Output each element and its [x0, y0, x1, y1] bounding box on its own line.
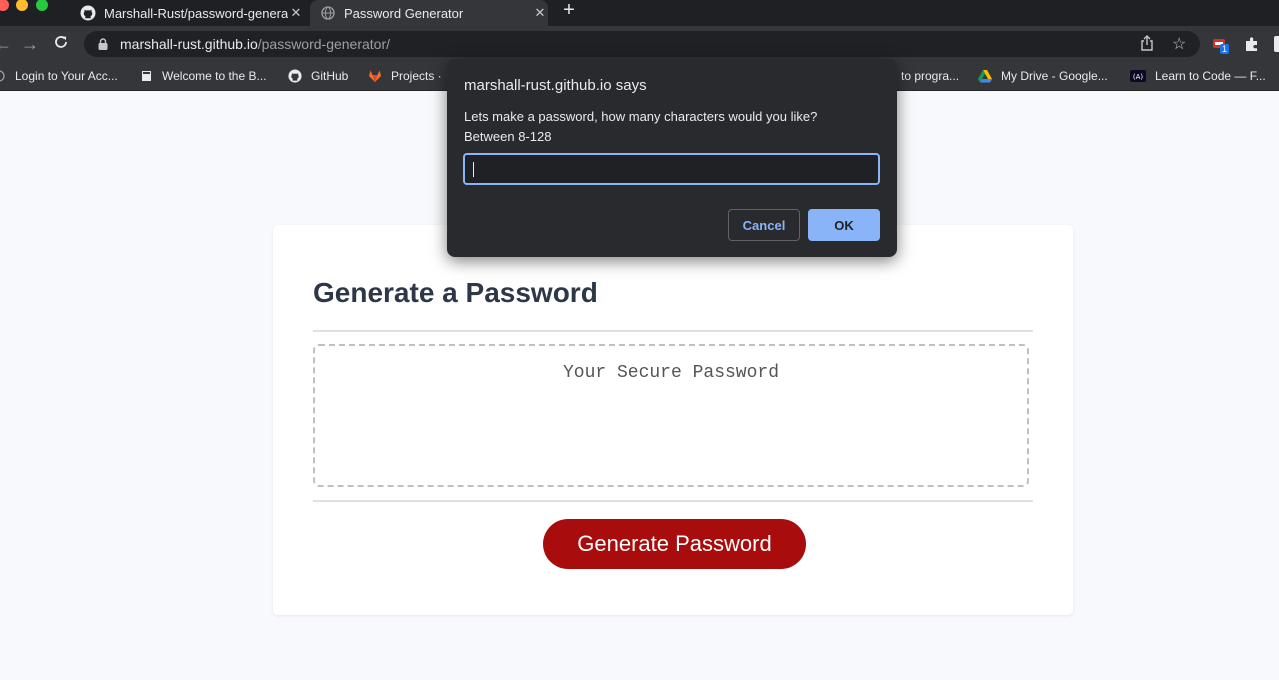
window-zoom-button[interactable]: [36, 0, 48, 11]
bookmark-item[interactable]: Login to Your Acc...: [0, 69, 118, 83]
bookmark-label: Learn to Code — F...: [1155, 69, 1266, 83]
address-bar[interactable]: marshall-rust.github.io/password-generat…: [84, 31, 1200, 57]
tab-close-button[interactable]: ✕: [288, 5, 304, 21]
extension-badge: 1: [1220, 44, 1230, 54]
globe-icon: [0, 69, 6, 83]
dialog-message-line: Between 8-128: [464, 129, 552, 144]
book-icon: [139, 69, 153, 83]
new-tab-button[interactable]: +: [560, 0, 578, 22]
prompt-dialog: marshall-rust.github.io says Lets make a…: [447, 59, 897, 257]
tab-close-button[interactable]: ✕: [532, 5, 548, 21]
url-host: marshall-rust.github.io: [120, 36, 258, 52]
bookmark-label: Welcome to the B...: [162, 69, 267, 83]
bookmark-star-icon[interactable]: ☆: [1172, 34, 1186, 54]
puzzle-piece-icon[interactable]: [1244, 36, 1260, 52]
divider: [313, 330, 1033, 332]
gitlab-icon: [368, 69, 382, 83]
cancel-button[interactable]: Cancel: [728, 209, 800, 241]
bookmark-label: My Drive - Google...: [1001, 69, 1108, 83]
lock-icon[interactable]: [96, 38, 110, 50]
bookmark-item[interactable]: My Drive - Google...: [978, 69, 1108, 83]
tab-title: Password Generator: [344, 5, 464, 21]
generate-password-button[interactable]: Generate Password: [543, 519, 806, 569]
dialog-message-line: Lets make a password, how many character…: [464, 109, 818, 124]
dialog-text-input[interactable]: [463, 153, 880, 185]
bookmark-item[interactable]: GitHub: [288, 69, 348, 83]
profile-icon[interactable]: [1274, 36, 1279, 52]
page-title: Generate a Password: [313, 277, 598, 308]
bookmark-label: Login to Your Acc...: [15, 69, 118, 83]
dialog-message: Lets make a password, how many character…: [464, 107, 874, 147]
window-close-button[interactable]: [0, 0, 9, 11]
svg-text:(A): (A): [1133, 73, 1144, 81]
bookmark-label: to progra...: [901, 69, 960, 83]
github-icon: [80, 5, 96, 21]
text-caret: [473, 162, 474, 177]
globe-icon: [320, 5, 336, 21]
google-drive-icon: [978, 69, 992, 83]
bookmark-item[interactable]: Projects ·: [368, 69, 442, 83]
bookmark-item[interactable]: Welcome to the B...: [139, 69, 267, 83]
share-icon[interactable]: [1140, 35, 1154, 54]
github-icon: [288, 69, 302, 83]
tab-password-generator[interactable]: Password Generator ✕: [310, 0, 548, 26]
extension-icon[interactable]: 1: [1212, 36, 1230, 54]
tab-strip: Marshall-Rust/password-generator ✕ Passw…: [0, 0, 1279, 26]
bookmark-item[interactable]: to progra...: [901, 69, 959, 83]
password-output[interactable]: Your Secure Password: [313, 344, 1029, 487]
reload-icon[interactable]: [53, 34, 69, 54]
bookmark-item[interactable]: (A) Learn to Code — F...: [1130, 69, 1266, 83]
password-card: Generate a Password Your Secure Password…: [273, 225, 1073, 615]
tab-title: Marshall-Rust/password-generator: [104, 5, 288, 21]
freecodecamp-icon: (A): [1130, 69, 1146, 83]
url-path: /password-generator/: [257, 36, 391, 52]
dialog-title: marshall-rust.github.io says: [464, 77, 647, 94]
bookmark-label: Projects ·: [391, 69, 442, 83]
divider: [313, 500, 1033, 502]
back-arrow-icon[interactable]: ←: [0, 34, 12, 54]
forward-arrow-icon[interactable]: →: [21, 34, 39, 54]
ok-button[interactable]: OK: [808, 209, 880, 241]
browser-toolbar: ← → marshall-rust.github.io/password-gen…: [0, 26, 1279, 62]
tab-github-repo[interactable]: Marshall-Rust/password-generator ✕: [72, 0, 304, 26]
bookmark-label: GitHub: [311, 69, 349, 83]
window-minimize-button[interactable]: [16, 0, 28, 11]
